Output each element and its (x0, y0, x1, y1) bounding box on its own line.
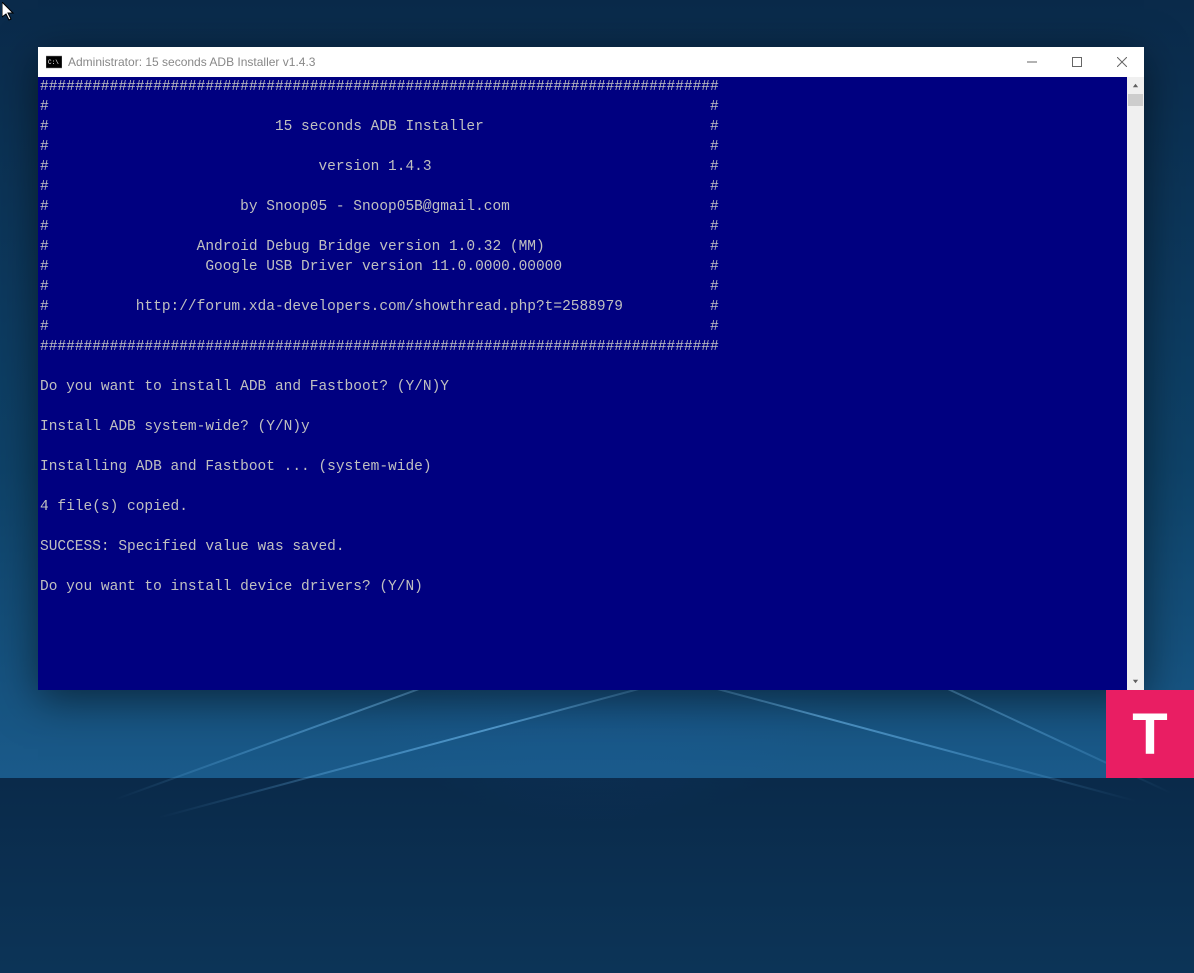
vertical-scrollbar[interactable] (1127, 77, 1144, 690)
console-area: ########################################… (38, 77, 1144, 690)
window-title: Administrator: 15 seconds ADB Installer … (68, 55, 1009, 69)
scroll-up-button[interactable] (1127, 77, 1144, 94)
watermark-badge: T (1106, 690, 1194, 778)
console-output[interactable]: ########################################… (38, 77, 1127, 690)
watermark-letter: T (1132, 701, 1167, 768)
svg-text:C:\: C:\ (48, 59, 59, 66)
command-prompt-window: C:\ Administrator: 15 seconds ADB Instal… (38, 47, 1144, 690)
scroll-down-button[interactable] (1127, 673, 1144, 690)
minimize-button[interactable] (1009, 47, 1054, 77)
close-button[interactable] (1099, 47, 1144, 77)
cmd-icon: C:\ (46, 54, 62, 70)
window-titlebar[interactable]: C:\ Administrator: 15 seconds ADB Instal… (38, 47, 1144, 77)
window-controls (1009, 47, 1144, 77)
scroll-thumb[interactable] (1128, 94, 1143, 106)
maximize-button[interactable] (1054, 47, 1099, 77)
mouse-cursor-icon (2, 2, 16, 27)
